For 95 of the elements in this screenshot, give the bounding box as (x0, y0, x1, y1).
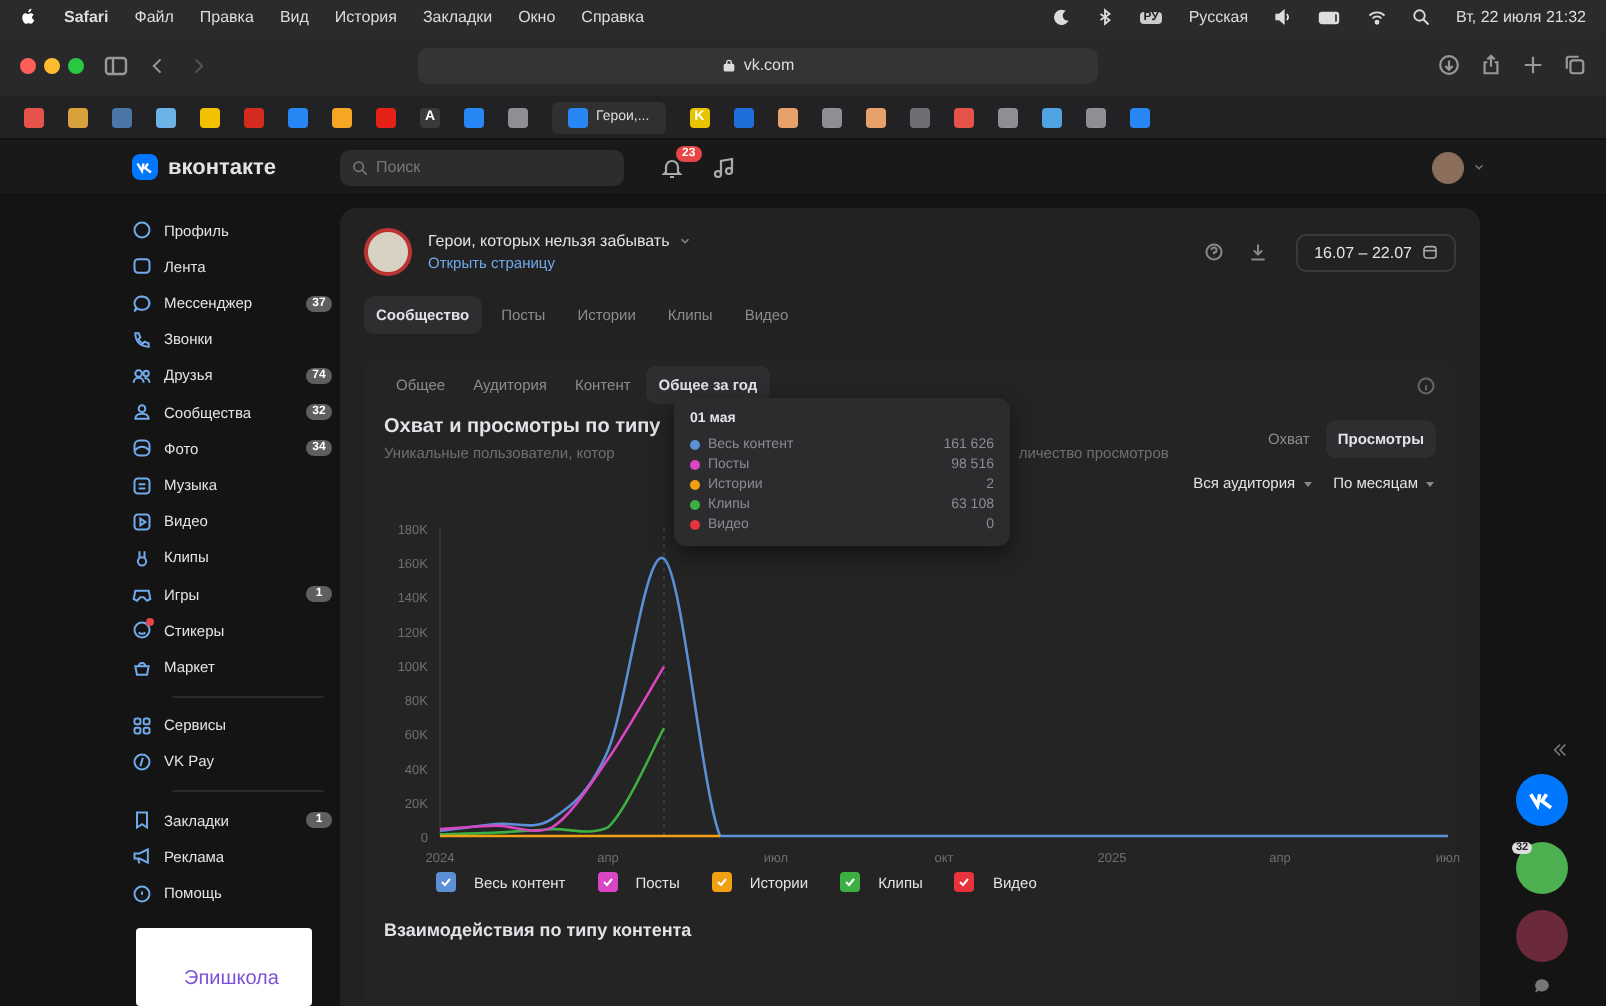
ad-banner[interactable]: Эпишкола (136, 927, 312, 1006)
chat-icon (132, 293, 152, 313)
moon-icon (1051, 8, 1070, 26)
bookmark-favicon[interactable] (464, 107, 484, 127)
caret-icon (1472, 160, 1486, 174)
keyboard-layout[interactable]: Русская (1188, 8, 1249, 26)
check-icon (715, 876, 728, 888)
help-icon (132, 883, 152, 904)
bookmark-favicon[interactable] (1085, 107, 1106, 127)
bookmark-icon (132, 810, 152, 831)
help-icon (1204, 242, 1225, 262)
section-title: Охват и просмотры по типу (384, 416, 661, 438)
vk-app-icon[interactable] (1516, 774, 1568, 826)
coin-icon (132, 751, 152, 772)
ad-title: Эпишкола (184, 967, 279, 990)
music-button[interactable] (712, 155, 736, 179)
logo-icon[interactable] (132, 154, 158, 180)
date-range-button[interactable]: 16.07 – 22.07 (1296, 233, 1456, 271)
menu-item[interactable]: Правка (199, 8, 254, 26)
bookmark-favicon[interactable] (288, 107, 308, 127)
collapse-icon (1552, 742, 1568, 758)
group-avatar[interactable] (364, 228, 412, 276)
check-icon (601, 876, 614, 888)
wifi-icon (1368, 8, 1387, 26)
checkbox[interactable] (597, 872, 618, 892)
chat-icon (1534, 978, 1550, 994)
user-avatar[interactable] (1432, 151, 1464, 183)
caret-icon (1301, 477, 1314, 489)
bookmark-favicon[interactable] (997, 107, 1018, 127)
bookmark-favicon[interactable] (156, 107, 176, 127)
download-icon (1248, 242, 1269, 262)
address-field[interactable]: vk.com (418, 47, 1098, 83)
group-name[interactable]: Герои, которых нельзя забывать (428, 232, 1189, 250)
download-icon (1438, 54, 1460, 76)
bookmark-favicon[interactable] (865, 107, 886, 127)
apple-icon (20, 8, 38, 26)
address-text: vk.com (743, 56, 795, 74)
bluetooth-icon (1095, 8, 1114, 26)
clip-icon (132, 547, 152, 568)
megaphone-icon (132, 846, 152, 867)
checkbox[interactable] (711, 872, 732, 892)
app-menu[interactable]: Safari (64, 8, 109, 26)
check-icon (958, 876, 971, 888)
gamepad-icon (132, 584, 152, 605)
window-controls[interactable] (20, 57, 84, 73)
bookmark-favicon[interactable] (200, 107, 220, 127)
search-field[interactable]: Поиск (340, 149, 624, 185)
tabs-icon (1564, 54, 1586, 76)
music-icon (132, 475, 152, 496)
bookmark-favicon[interactable] (508, 107, 528, 127)
sticker-icon (132, 620, 152, 641)
check-icon (844, 876, 857, 888)
phone-icon (132, 329, 152, 350)
checkbox[interactable] (954, 872, 975, 892)
sidebar-icon (104, 53, 128, 77)
bookmark-favicon[interactable] (1129, 107, 1150, 127)
news-icon (132, 256, 152, 277)
menu-item[interactable]: История (334, 8, 397, 26)
clock[interactable]: Вт, 22 июля 21:32 (1456, 8, 1586, 26)
menu-item[interactable]: Файл (134, 8, 174, 26)
plus-icon (1522, 54, 1544, 76)
checkbox[interactable] (436, 872, 456, 892)
menu-item[interactable]: Вид (279, 8, 309, 26)
checkbox[interactable] (840, 872, 861, 892)
notifications-button[interactable] (660, 155, 684, 179)
video-icon (132, 511, 152, 532)
grid-icon (132, 715, 152, 736)
profile-icon (132, 220, 152, 241)
search-icon (352, 159, 368, 175)
share-icon (1480, 54, 1502, 76)
menu-item[interactable]: Справка (581, 8, 645, 26)
caret-icon (1424, 477, 1436, 489)
friends-icon (132, 365, 152, 386)
bookmark-favicon[interactable] (1041, 107, 1062, 127)
people-icon (132, 402, 152, 423)
menu-item[interactable]: Окно (518, 8, 556, 26)
bookmark-favicon[interactable] (24, 107, 44, 127)
bookmark-favicon[interactable] (332, 107, 352, 127)
lock-icon (721, 58, 736, 72)
basket-icon (132, 657, 152, 678)
photo-icon (132, 438, 152, 459)
volume-icon (1274, 8, 1293, 26)
caret-icon (677, 234, 692, 248)
bookmark-favicon[interactable] (953, 107, 974, 127)
check-icon (440, 876, 452, 888)
info-icon (1416, 375, 1436, 395)
section-title: Взаимодействия по типу контента (384, 920, 694, 940)
bookmark-favicon[interactable] (821, 107, 842, 127)
search-icon (1412, 8, 1431, 26)
alert-dot (146, 618, 154, 627)
logo-text[interactable]: вконтакте (168, 155, 277, 179)
menu-item[interactable]: Закладки (422, 8, 493, 26)
bookmark-favicon[interactable] (68, 107, 88, 127)
bookmark-favicon[interactable] (777, 107, 798, 127)
calendar-icon (1422, 244, 1438, 260)
